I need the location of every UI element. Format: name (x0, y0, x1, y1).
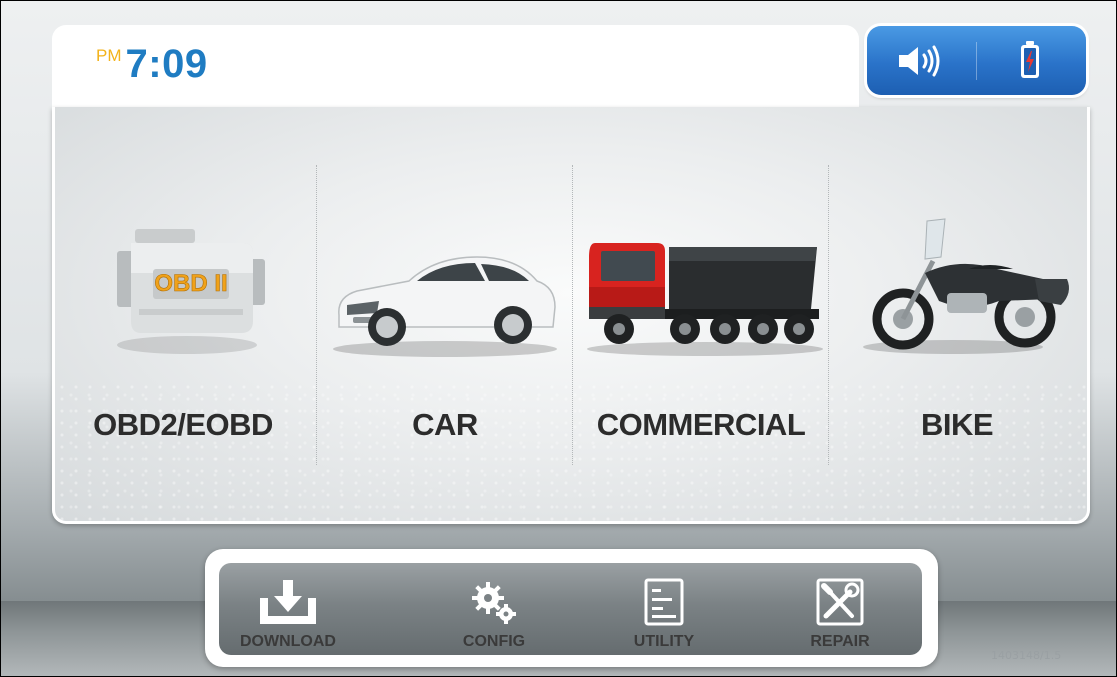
category-commercial[interactable]: COMMERCIAL (573, 107, 829, 518)
config-button[interactable]: CONFIG (429, 563, 559, 655)
bottom-dock: DOWNLOAD CONFIG UTILITY REPAIR (205, 549, 938, 667)
battery-charging-icon (1019, 40, 1041, 85)
clock-time: 7:09 (125, 42, 208, 86)
motorcycle-icon (829, 217, 1085, 367)
svg-text:OBD II: OBD II (154, 270, 227, 297)
gears-icon (429, 578, 559, 626)
category-label: CAR (412, 407, 478, 442)
clock-ampm: PM (96, 46, 122, 65)
dock-label: DOWNLOAD (240, 633, 336, 650)
app-screen: PM 7:09 OBD II OBD2/EOBD CAR COMMERCIAL … (0, 0, 1117, 677)
version-serial: 1403148/1.5 (991, 649, 1062, 662)
status-separator (976, 42, 977, 80)
dump-truck-icon (573, 217, 829, 367)
utility-button[interactable]: UTILITY (599, 563, 729, 655)
header-bar: PM 7:09 (52, 25, 859, 111)
category-obd2-eobd[interactable]: OBD II OBD2/EOBD (55, 107, 311, 518)
wrench-screwdriver-icon (775, 578, 905, 626)
category-car[interactable]: CAR (317, 107, 573, 518)
repair-button[interactable]: REPAIR (775, 563, 905, 655)
category-label: OBD2/EOBD (93, 407, 273, 442)
dock-label: REPAIR (810, 633, 870, 650)
download-button[interactable]: DOWNLOAD (223, 563, 353, 655)
category-label: BIKE (920, 407, 994, 442)
download-icon (223, 578, 353, 626)
category-label: COMMERCIAL (596, 407, 806, 442)
obd-ii-engine-icon: OBD II (55, 217, 311, 367)
dock-label: CONFIG (462, 633, 526, 650)
status-area (867, 26, 1086, 95)
list-document-icon (599, 578, 729, 626)
category-bike[interactable]: BIKE (829, 107, 1085, 518)
clock: PM 7:09 (96, 41, 208, 87)
sedan-car-icon (317, 217, 573, 367)
dock-tray: DOWNLOAD CONFIG UTILITY REPAIR (219, 563, 922, 655)
category-panel: OBD II OBD2/EOBD CAR COMMERCIAL BIKE (52, 107, 1090, 524)
dock-label: UTILITY (633, 633, 695, 650)
speaker-volume-icon[interactable] (897, 44, 943, 83)
